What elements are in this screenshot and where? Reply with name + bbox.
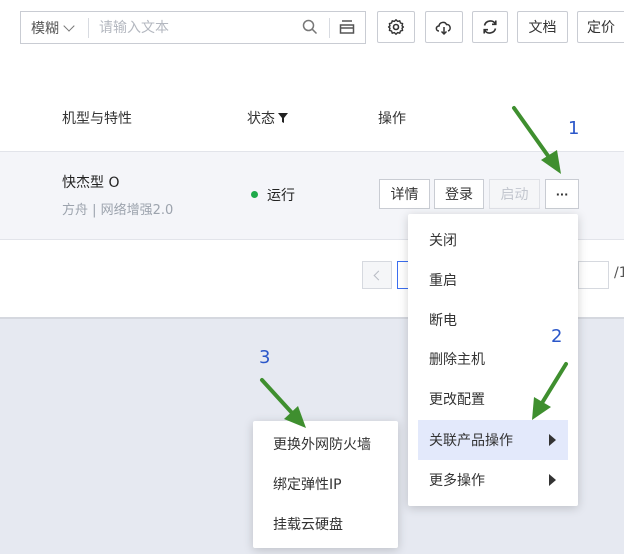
docs-button[interactable]: 文档 — [517, 11, 568, 43]
status-dot — [251, 191, 258, 198]
related-products-submenu: 更换外网防火墙 绑定弹性IP 挂载云硬盘 — [253, 421, 398, 548]
caret-right-icon — [549, 474, 556, 486]
gear-icon — [387, 19, 405, 35]
annotation-number-1: 1 — [568, 118, 580, 139]
cloud-download-button[interactable] — [425, 11, 463, 43]
list-filter-icon[interactable] — [338, 18, 356, 36]
chevron-left-icon — [373, 270, 384, 281]
menu-item-power-off[interactable]: 断电 — [418, 300, 568, 340]
column-header-actions: 操作 — [378, 111, 406, 127]
filter-icon[interactable] — [277, 112, 289, 124]
search-mode-select[interactable]: 模糊 — [21, 12, 89, 43]
pricing-button[interactable]: 定价 — [577, 11, 624, 43]
settings-button[interactable] — [377, 11, 415, 43]
start-button[interactable]: 启动 — [489, 179, 540, 209]
menu-item-related-products[interactable]: 关联产品操作 — [418, 420, 568, 460]
column-header-status[interactable]: 状态 — [247, 108, 289, 128]
page-jump-input[interactable] — [578, 261, 609, 289]
page-total: /1 — [614, 265, 624, 281]
cloud-download-icon — [435, 21, 451, 36]
instance-name: 快杰型 O — [62, 175, 120, 191]
submenu-item-change-firewall[interactable]: 更换外网防火墙 — [263, 424, 403, 464]
chevron-down-icon — [63, 19, 75, 32]
menu-item-shutdown[interactable]: 关闭 — [418, 220, 568, 260]
annotation-number-3: 3 — [259, 347, 271, 368]
search-box: 模糊 — [20, 11, 366, 44]
menu-item-label: 关联产品操作 — [429, 433, 513, 449]
menu-item-restart[interactable]: 重启 — [418, 260, 568, 300]
more-actions-button[interactable]: ··· — [545, 179, 579, 209]
column-header-model: 机型与特性 — [62, 111, 132, 127]
divider — [329, 18, 330, 38]
prev-page-button[interactable] — [362, 261, 392, 289]
menu-item-delete-host[interactable]: 删除主机 — [418, 339, 568, 379]
search-mode-label: 模糊 — [31, 20, 59, 37]
instance-features: 方舟 | 网络增强2.0 — [62, 203, 174, 218]
divider — [88, 18, 89, 38]
refresh-button[interactable] — [472, 11, 508, 43]
more-actions-menu: 关闭 重启 断电 删除主机 更改配置 关联产品操作 更多操作 — [408, 214, 578, 506]
submenu-item-mount-disk[interactable]: 挂载云硬盘 — [263, 504, 403, 544]
submenu-item-bind-eip[interactable]: 绑定弹性IP — [263, 464, 403, 504]
annotation-number-2: 2 — [551, 326, 563, 347]
login-button[interactable]: 登录 — [434, 179, 484, 209]
menu-item-label: 更多操作 — [429, 473, 485, 489]
search-input[interactable] — [97, 16, 301, 40]
details-button[interactable]: 详情 — [379, 179, 430, 209]
refresh-icon — [483, 20, 497, 34]
status-text: 运行 — [267, 188, 295, 204]
menu-item-change-config[interactable]: 更改配置 — [418, 379, 568, 419]
search-icon[interactable] — [302, 19, 318, 35]
menu-item-more-actions[interactable]: 更多操作 — [418, 460, 568, 500]
caret-right-icon — [549, 434, 556, 446]
column-header-status-label: 状态 — [247, 111, 275, 127]
